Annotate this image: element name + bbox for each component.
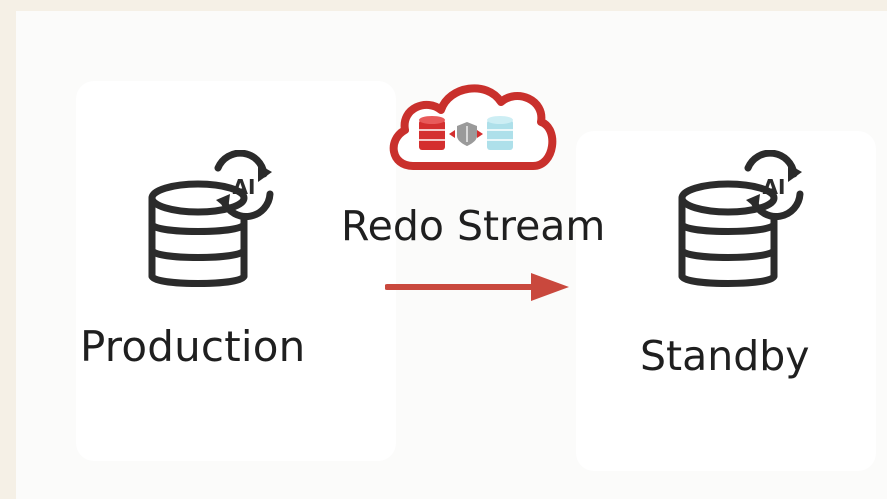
production-database-icon: AI bbox=[148, 150, 274, 287]
standby-ai-badge: AI bbox=[763, 175, 786, 199]
cloud-replication-icon bbox=[389, 84, 557, 170]
diagram-frame: AI AI Production Redo Stream Standby bbox=[0, 0, 887, 499]
arrow-right-icon bbox=[385, 273, 569, 301]
production-ai-badge: AI bbox=[233, 175, 256, 199]
standby-db-mini-icon bbox=[487, 116, 513, 150]
redo-stream-label: Redo Stream bbox=[341, 202, 606, 250]
standby-label: Standby bbox=[640, 332, 810, 380]
production-label: Production bbox=[80, 322, 306, 371]
primary-db-mini-icon bbox=[419, 116, 445, 150]
standby-database-icon: AI bbox=[678, 150, 804, 287]
